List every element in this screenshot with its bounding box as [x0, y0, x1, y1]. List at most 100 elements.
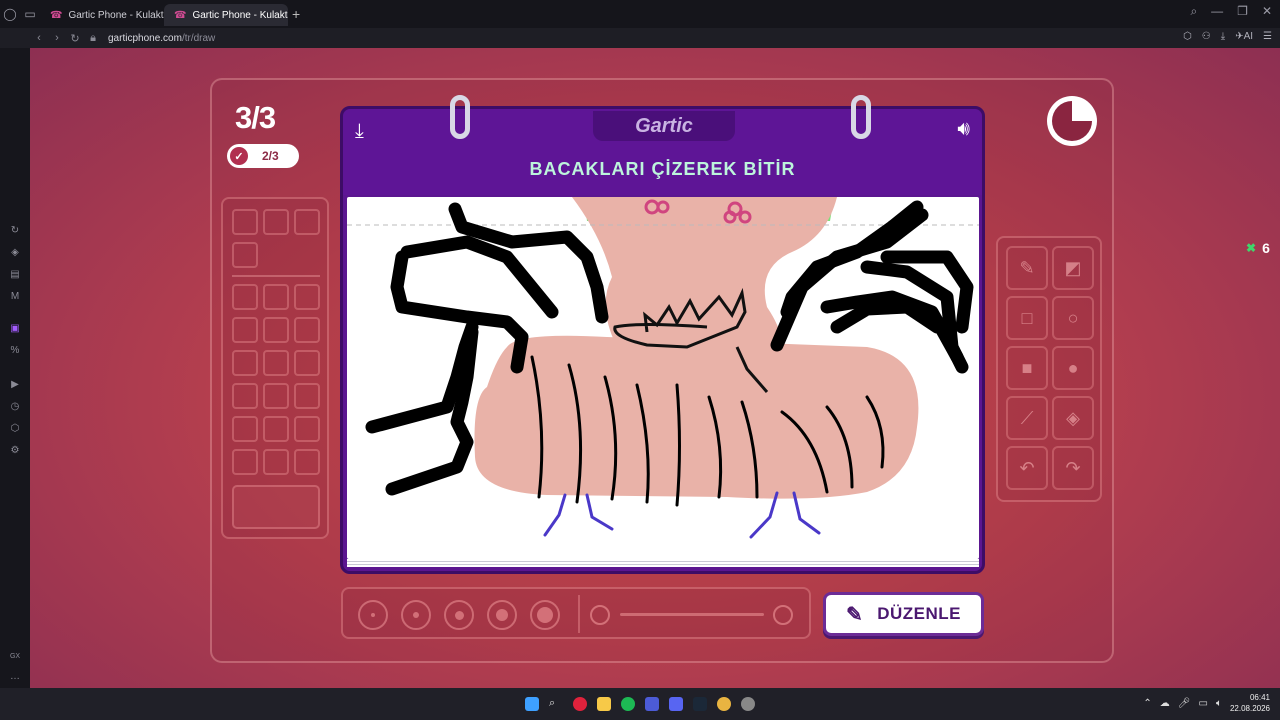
color-swatch[interactable]: [232, 449, 258, 475]
rect-fill-icon[interactable]: ■: [1006, 346, 1048, 390]
spotify-icon[interactable]: [621, 697, 635, 711]
undo-icon[interactable]: ↶: [1006, 446, 1048, 490]
color-swatch[interactable]: [294, 317, 320, 343]
restore-icon[interactable]: ❐: [1237, 4, 1248, 19]
color-swatch[interactable]: [294, 284, 320, 310]
clock[interactable]: 06:41 22.08.2026: [1230, 692, 1270, 714]
opera-gx-icon[interactable]: [573, 697, 587, 711]
reload-icon[interactable]: ↻: [66, 32, 84, 45]
app-icon[interactable]: [645, 697, 659, 711]
color-swatch[interactable]: [263, 416, 289, 442]
network-icon[interactable]: ☁: [1160, 698, 1170, 709]
color-swatch[interactable]: [232, 284, 258, 310]
color-swatch[interactable]: [263, 209, 289, 235]
color-swatch[interactable]: [232, 383, 258, 409]
color-swatch[interactable]: [232, 350, 258, 376]
color-swatch[interactable]: [294, 209, 320, 235]
color-swatch[interactable]: [232, 209, 258, 235]
line-icon[interactable]: ⟋: [1006, 396, 1048, 440]
round-counter: 3/3: [235, 100, 276, 135]
color-swatch[interactable]: [263, 317, 289, 343]
sidebar-refresh-icon[interactable]: ↻: [8, 224, 22, 238]
app-icon[interactable]: [741, 697, 755, 711]
minimize-icon[interactable]: —: [1211, 4, 1223, 19]
close-icon[interactable]: ✕: [1262, 4, 1272, 19]
url-field[interactable]: garticphone.com/tr/draw: [108, 33, 215, 44]
start-icon[interactable]: [525, 697, 539, 711]
color-swatch[interactable]: [232, 242, 258, 268]
sidebar-settings-icon[interactable]: ⚙: [8, 444, 22, 458]
mic-icon[interactable]: 🎤︎: [1178, 698, 1191, 709]
back-icon[interactable]: ‹: [30, 32, 48, 44]
tab-overview-icon[interactable]: ▭: [20, 4, 40, 24]
steam-icon[interactable]: [693, 697, 707, 711]
sidebar-m-icon[interactable]: M: [8, 290, 22, 304]
menu-icon[interactable]: ☰: [1263, 31, 1272, 42]
account-icon[interactable]: ⚇: [1202, 31, 1211, 42]
chrome-icon[interactable]: [717, 697, 731, 711]
color-swatch[interactable]: [294, 449, 320, 475]
color-swatch[interactable]: [294, 350, 320, 376]
download-icon[interactable]: ⤓: [355, 120, 364, 143]
search-icon[interactable]: ⌕: [549, 697, 563, 711]
ai-button[interactable]: ✈AI: [1235, 31, 1253, 42]
sidebar-history-icon[interactable]: ◷: [8, 400, 22, 414]
sidebar-twitch-icon[interactable]: ▣: [8, 322, 22, 336]
sidebar-extensions-icon[interactable]: ⬡: [8, 422, 22, 436]
circle-outline-icon[interactable]: ○: [1052, 296, 1094, 340]
sidebar-percent-icon[interactable]: %: [8, 344, 22, 358]
sidebar-more-icon[interactable]: …: [8, 670, 22, 684]
color-swatch[interactable]: [294, 383, 320, 409]
download-icon[interactable]: ⤓: [1221, 31, 1225, 42]
file-explorer-icon[interactable]: [597, 697, 611, 711]
circle-fill-icon[interactable]: ●: [1052, 346, 1094, 390]
tray-chevron-icon[interactable]: ⌃: [1143, 698, 1151, 709]
search-tabs-icon[interactable]: ⌕: [1190, 4, 1197, 19]
browser-tab-2[interactable]: ☎ Gartic Phone - Kulaktan Ku: [164, 4, 288, 26]
tool-panel: ✎ ◩ □ ○ ■ ● ⟋ ◈ ↶ ↷: [996, 236, 1102, 502]
brush-size-2[interactable]: [401, 600, 431, 630]
color-swatch[interactable]: [263, 284, 289, 310]
extensions-icon[interactable]: ⬡: [1183, 31, 1192, 42]
forward-icon[interactable]: ›: [48, 32, 66, 44]
prompt-text: BACAKLARI ÇİZEREK BİTİR: [529, 159, 796, 179]
notebook-header: Gartic ⤓ 🔊︎ BACAKLARI ÇİZEREK BİTİR: [343, 109, 982, 195]
fill-icon[interactable]: ◈: [1052, 396, 1094, 440]
brush-size-4[interactable]: [487, 600, 517, 630]
drawing-canvas[interactable]: [347, 197, 979, 559]
brush-size-1[interactable]: [358, 600, 388, 630]
sidebar-player-icon[interactable]: ▶: [8, 378, 22, 392]
brush-size-5[interactable]: [530, 600, 560, 630]
opera-menu-icon[interactable]: ◯: [0, 4, 20, 24]
discord-icon[interactable]: [669, 697, 683, 711]
color-swatch[interactable]: [263, 383, 289, 409]
slider-track[interactable]: [620, 613, 764, 616]
custom-color-swatch[interactable]: [232, 485, 320, 529]
rect-outline-icon[interactable]: □: [1006, 296, 1048, 340]
display-icon[interactable]: ▭: [1199, 698, 1208, 709]
color-swatch[interactable]: [263, 350, 289, 376]
brush-size-3[interactable]: [444, 600, 474, 630]
color-swatch[interactable]: [263, 449, 289, 475]
sidebar-bag-icon[interactable]: ◈: [8, 246, 22, 260]
game-area: 3/3 ✓ 2/3 ✎ ◩ □ ○ ■ ● ⟋ ◈ ↶ ↷ ✖ 6 Gartic…: [30, 48, 1280, 688]
volume-icon[interactable]: 🔈︎: [1216, 698, 1222, 709]
browser-tab-1[interactable]: ☎ Gartic Phone - Kulaktan Ku: [40, 4, 164, 26]
color-swatch[interactable]: [232, 317, 258, 343]
eraser-icon[interactable]: ◩: [1052, 246, 1094, 290]
opacity-slider[interactable]: [578, 595, 806, 633]
redo-icon[interactable]: ↷: [1052, 446, 1094, 490]
score-icon: ✖: [1246, 241, 1257, 255]
color-swatch[interactable]: [232, 416, 258, 442]
slider-max-knob[interactable]: [773, 605, 793, 625]
timer-icon: [1047, 96, 1097, 146]
browser-tabbar: ◯ ▭ ☎ Gartic Phone - Kulaktan Ku ☎ Garti…: [0, 0, 1280, 28]
sidebar-gx-label: GX: [9, 653, 21, 660]
sound-icon[interactable]: 🔊︎: [957, 118, 970, 141]
edit-button[interactable]: ✎ DÜZENLE: [823, 592, 984, 636]
sidebar-tv-icon[interactable]: ▤: [8, 268, 22, 282]
new-tab-button[interactable]: +: [292, 6, 300, 22]
slider-min-knob[interactable]: [590, 605, 610, 625]
pencil-icon[interactable]: ✎: [1006, 246, 1048, 290]
color-swatch[interactable]: [294, 416, 320, 442]
